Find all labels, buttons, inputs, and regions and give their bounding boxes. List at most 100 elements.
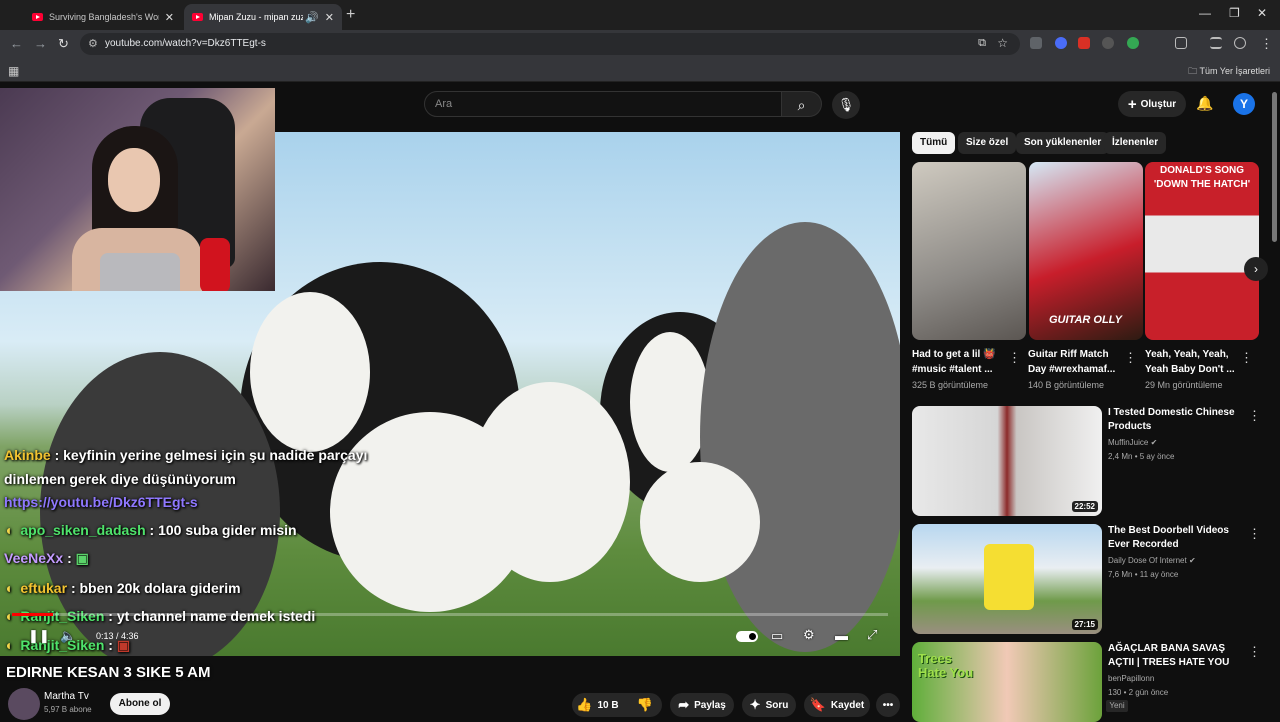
- notifications-bell-icon[interactable]: 🔔: [1196, 95, 1213, 112]
- cast-icon[interactable]: ⧉: [978, 37, 986, 50]
- chat-text: dinlemen gerek diye düşünüyorum: [4, 471, 236, 487]
- chip-all[interactable]: Tümü: [912, 132, 956, 154]
- menu-dots-icon[interactable]: ⋮: [1260, 36, 1273, 52]
- like-button[interactable]: 👍 10 B 👎: [572, 693, 662, 717]
- video-meta: 7,6 Mn • 11 ay önce: [1108, 570, 1179, 579]
- video-thumbnail[interactable]: 22:52: [912, 406, 1102, 516]
- search-input[interactable]: Ara: [424, 91, 782, 117]
- fullscreen-icon[interactable]: ⤢: [867, 627, 877, 643]
- short-menu-icon[interactable]: ⋮: [1240, 350, 1253, 366]
- share-arrow-icon: ➦: [678, 697, 690, 712]
- extension-icon[interactable]: [1127, 37, 1139, 49]
- video-channel[interactable]: MuffinJuice ✔: [1108, 438, 1157, 447]
- share-button[interactable]: ➦ Paylaş: [670, 693, 734, 717]
- address-bar[interactable]: ⚙ youtube.com/watch?v=Dkz6TTEgt-s ⧉ ☆: [80, 33, 1020, 55]
- search-button[interactable]: ⌕: [782, 91, 822, 117]
- all-bookmarks[interactable]: 🗀 Tüm Yer İşaretleri: [1188, 64, 1270, 80]
- chat-username: VeeNeXx: [4, 550, 64, 566]
- reload-icon[interactable]: ↻: [58, 36, 69, 52]
- settings-gear-icon[interactable]: ⚙: [803, 627, 815, 643]
- extensions-puzzle-icon[interactable]: [1175, 37, 1187, 49]
- bookmark-star-icon[interactable]: ☆: [997, 36, 1008, 50]
- tab-title: Mipan Zuzu - mipan zuzu: [209, 12, 304, 22]
- voice-search-button[interactable]: 🎙: [832, 91, 860, 119]
- video-thumbnail[interactable]: Trees Hate You: [912, 642, 1102, 722]
- more-dots-icon: •••: [882, 699, 894, 711]
- video-title[interactable]: The Best Doorbell Videos Ever Recorded: [1108, 524, 1244, 552]
- channel-name-text: MuffinJuice: [1108, 438, 1149, 447]
- face-shape: [108, 148, 160, 212]
- short-thumbnail[interactable]: [912, 162, 1026, 340]
- short-menu-icon[interactable]: ⋮: [1124, 350, 1137, 366]
- tab-mipan-zuzu[interactable]: Mipan Zuzu - mipan zuzu 🔊 ✕: [184, 4, 342, 30]
- minimize-icon[interactable]: —: [1199, 6, 1211, 20]
- video-channel[interactable]: Daily Dose Of Internet ✔: [1108, 556, 1196, 565]
- subscribe-button[interactable]: Abone ol: [110, 693, 170, 715]
- thumbs-up-icon: 👍: [576, 697, 593, 712]
- chip-watched[interactable]: İzlenenler: [1104, 132, 1167, 154]
- video-menu-icon[interactable]: ⋮: [1248, 644, 1261, 660]
- video-menu-icon[interactable]: ⋮: [1248, 408, 1261, 424]
- chat-link[interactable]: https://youtu.be/Dkz6TTEgt-s: [4, 494, 198, 510]
- save-button[interactable]: 🔖 Kaydet: [804, 693, 870, 717]
- site-info-icon[interactable]: ⚙: [88, 37, 98, 50]
- back-icon[interactable]: ←: [10, 36, 23, 51]
- media-control-icon[interactable]: [1210, 37, 1222, 49]
- short-menu-icon[interactable]: ⋮: [1008, 350, 1021, 366]
- create-button[interactable]: + Oluştur: [1118, 91, 1186, 117]
- microphone-shape: [200, 238, 230, 291]
- profile-icon[interactable]: [1234, 37, 1246, 49]
- chip-for-you[interactable]: Size özel: [958, 132, 1017, 154]
- thumbs-down-icon[interactable]: 👎: [637, 697, 653, 713]
- banana-emote-icon: ◖: [4, 522, 13, 538]
- theater-mode-icon[interactable]: ▬: [835, 628, 848, 643]
- cow-shape: [700, 222, 900, 652]
- more-actions-button[interactable]: •••: [876, 693, 900, 717]
- speaker-icon[interactable]: 🔊: [305, 11, 319, 24]
- video-thumbnail[interactable]: 27:15: [912, 524, 1102, 634]
- shorts-next-arrow-icon[interactable]: ›: [1244, 257, 1268, 281]
- video-menu-icon[interactable]: ⋮: [1248, 526, 1261, 542]
- extension-icon[interactable]: [1055, 37, 1067, 49]
- tab-surviving-bangladesh[interactable]: Surviving Bangladesh's Worst S ✕: [24, 4, 182, 30]
- chat-username: Ranjit_Siken: [20, 608, 105, 624]
- subtitles-icon[interactable]: ▭: [771, 628, 783, 644]
- new-tab-icon[interactable]: +: [346, 6, 355, 24]
- short-title[interactable]: Had to get a lil 👹 #music #talent ...: [912, 347, 1004, 377]
- channel-name-text: benPapillonn: [1108, 674, 1155, 683]
- ask-button[interactable]: ✦ Soru: [742, 693, 796, 717]
- cow-patch: [640, 462, 760, 582]
- extension-icon[interactable]: [1078, 37, 1090, 49]
- volume-icon[interactable]: 🔈: [60, 628, 76, 644]
- page-scrollbar[interactable]: [1272, 92, 1277, 242]
- short-title[interactable]: Yeah, Yeah, Yeah, Yeah Baby Don't ...: [1145, 347, 1237, 377]
- forward-icon[interactable]: →: [34, 36, 47, 51]
- short-title[interactable]: Guitar Riff Match Day #wrexhamaf...: [1028, 347, 1120, 377]
- bookmark-icon: 🔖: [809, 697, 826, 712]
- video-progress-bar[interactable]: [12, 613, 888, 616]
- video-views: 130: [1108, 688, 1122, 697]
- close-tab-icon[interactable]: ✕: [325, 11, 334, 24]
- microphone-icon: 🎙: [837, 97, 855, 112]
- chip-recently-uploaded[interactable]: Son yüklenenler: [1016, 132, 1110, 154]
- short-thumbnail[interactable]: GUITAR OLLY: [1029, 162, 1143, 340]
- close-tab-icon[interactable]: ✕: [165, 11, 174, 24]
- short-thumbnail[interactable]: DONALD'S SONG 'DOWN THE HATCH': [1145, 162, 1259, 340]
- video-title[interactable]: I Tested Domestic Chinese Products: [1108, 406, 1244, 434]
- emote-icon: ▣: [75, 550, 89, 566]
- chat-message: VeeNeXx : ▣: [4, 550, 89, 567]
- chat-message: https://youtu.be/Dkz6TTEgt-s: [4, 494, 198, 510]
- restore-icon[interactable]: ❐: [1229, 6, 1240, 20]
- channel-avatar[interactable]: [8, 688, 40, 720]
- pause-icon[interactable]: ❚❚: [28, 628, 50, 644]
- autoplay-toggle[interactable]: [736, 631, 758, 642]
- extension-icon[interactable]: [1030, 37, 1042, 49]
- video-title[interactable]: AĞAÇLAR BANA SAVAŞ AÇTII | TREES HATE YO…: [1108, 642, 1244, 670]
- ask-label: Soru: [765, 699, 789, 711]
- extension-icon[interactable]: [1102, 37, 1114, 49]
- close-window-icon[interactable]: ✕: [1257, 6, 1267, 20]
- apps-grid-icon[interactable]: ▦: [8, 64, 19, 78]
- account-avatar[interactable]: Y: [1233, 93, 1255, 115]
- channel-name[interactable]: Martha Tv: [44, 691, 89, 702]
- video-channel[interactable]: benPapillonn: [1108, 674, 1154, 683]
